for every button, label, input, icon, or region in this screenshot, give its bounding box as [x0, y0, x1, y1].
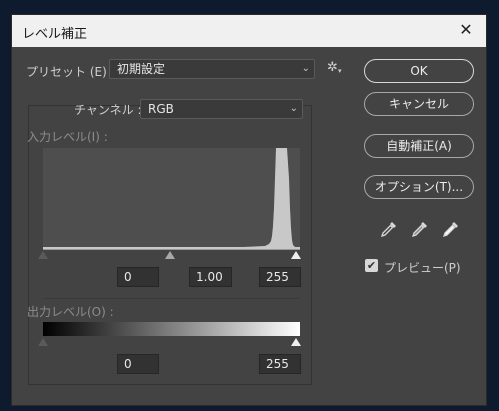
input-gamma-field[interactable]: 1.00 — [189, 267, 232, 287]
histogram — [43, 148, 300, 250]
ok-button[interactable]: OK — [364, 59, 474, 83]
channel-value: RGB — [148, 102, 174, 116]
input-black-slider[interactable] — [38, 251, 48, 259]
title-bar: レベル補正 ✕ — [12, 15, 486, 47]
output-gradient-bar — [43, 322, 300, 336]
preview-checkbox[interactable]: ✔ — [365, 259, 378, 272]
auto-button[interactable]: 自動補正(A) — [364, 134, 474, 158]
input-white-field[interactable]: 255 — [259, 267, 301, 287]
preset-dropdown[interactable]: 初期設定 ⌄ — [109, 59, 315, 79]
preset-label: プリセット (E) : — [26, 65, 115, 79]
levels-dialog: レベル補正 ✕ プリセット (E) : 初期設定 ⌄ ✲ ▾ OK キャンセル … — [11, 14, 487, 406]
output-black-field[interactable]: 0 — [117, 354, 159, 374]
close-icon[interactable]: ✕ — [456, 20, 476, 40]
input-white-slider[interactable] — [291, 251, 301, 259]
cancel-button[interactable]: キャンセル — [364, 92, 474, 116]
channel-dropdown[interactable]: RGB ⌄ — [140, 99, 303, 119]
preset-value: 初期設定 — [117, 62, 166, 76]
window-title: レベル補正 — [22, 27, 88, 42]
white-eyedropper-icon[interactable] — [442, 220, 460, 238]
output-levels-label: 出力レベル(O) : — [27, 305, 114, 319]
output-white-slider[interactable] — [291, 338, 301, 346]
divider — [43, 298, 300, 299]
chevron-down-icon: ⌄ — [301, 63, 310, 74]
channel-label: チャンネル : — [74, 103, 142, 117]
output-black-slider[interactable] — [38, 338, 48, 346]
gear-menu-chevron-icon[interactable]: ▾ — [338, 67, 342, 75]
output-white-field[interactable]: 255 — [259, 354, 301, 374]
input-levels-label: 入力レベル(I) : — [27, 130, 108, 144]
options-button[interactable]: オプション(T)... — [364, 175, 474, 199]
input-black-field[interactable]: 0 — [117, 267, 159, 287]
preview-label: プレビュー(P) — [384, 261, 461, 275]
input-gamma-slider[interactable] — [165, 251, 175, 259]
chevron-down-icon: ⌄ — [289, 103, 298, 114]
black-eyedropper-icon[interactable] — [380, 220, 398, 238]
gray-eyedropper-icon[interactable] — [411, 220, 429, 238]
gear-icon[interactable]: ✲ — [327, 60, 338, 75]
histogram-graph — [43, 148, 300, 249]
